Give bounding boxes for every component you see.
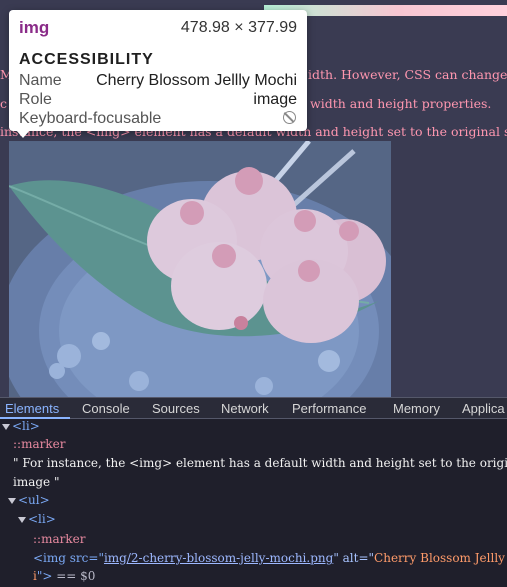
tab-sources[interactable]: Sources	[152, 401, 200, 416]
dom-img-node-wrap[interactable]: i"> == $0	[33, 569, 95, 583]
selected-node-reference: == $0	[52, 569, 96, 583]
marker-pseudo-2: ::marker	[33, 532, 86, 546]
devtools-tab-bar: Elements Console Sources Network Perform…	[0, 397, 507, 419]
tooltip-tag-name: img	[19, 18, 50, 37]
text-node-content: " For instance, the <img> element has a …	[13, 456, 507, 470]
li-open-tag: <li>	[12, 419, 40, 433]
inspector-tooltip: img 478.98 × 377.99 ACCESSIBILITY Name C…	[9, 10, 307, 131]
paragraph-fragment-1-right: idth. However, CSS can change th	[308, 67, 507, 82]
tooltip-arrow	[16, 130, 30, 138]
marker-pseudo: ::marker	[13, 437, 66, 451]
li-open-tag-2: <li>	[28, 512, 56, 526]
dom-text-node-line-1[interactable]: " For instance, the <img> element has a …	[13, 456, 507, 470]
tooltip-role-label: Role	[19, 91, 52, 108]
tab-network[interactable]: Network	[221, 401, 269, 416]
dom-marker-node[interactable]: ::marker	[13, 437, 65, 451]
tab-elements[interactable]: Elements	[5, 401, 59, 416]
dom-marker-node-2[interactable]: ::marker	[33, 532, 85, 546]
dom-li-node-2[interactable]: <li>	[18, 512, 56, 526]
expand-triangle-icon[interactable]	[18, 516, 26, 523]
not-allowed-icon	[283, 111, 296, 124]
img-tag-start: <img src="	[33, 551, 104, 565]
tab-memory[interactable]: Memory	[393, 401, 440, 416]
expand-triangle-icon[interactable]	[2, 423, 10, 430]
ul-open-tag: <ul>	[18, 493, 50, 507]
img-alt-attr: " alt="	[333, 551, 375, 565]
tooltip-keyboard-focusable-label: Keyboard-focusable	[19, 110, 162, 127]
paragraph-fragment-2-left: c	[0, 96, 8, 111]
paragraph-fragment-2-right: width and height properties.	[310, 96, 492, 111]
dom-tree-panel[interactable]: <li> ::marker " For instance, the <img> …	[0, 419, 507, 587]
img-tag-end: ">	[36, 569, 53, 583]
tooltip-role-value: image	[253, 91, 297, 108]
img-alt-value: Cherry Blossom Jellly Moch	[374, 551, 507, 565]
dom-img-node[interactable]: <img src="img/2-cherry-blossom-jelly-moc…	[33, 551, 507, 565]
img-src-link[interactable]: img/2-cherry-blossom-jelly-mochi.png	[104, 551, 333, 565]
tooltip-name-label: Name	[19, 72, 62, 89]
dom-text-node-line-2[interactable]: image "	[13, 475, 60, 489]
tab-application[interactable]: Applica	[462, 401, 505, 416]
dom-ul-node[interactable]: <ul>	[8, 493, 50, 507]
tooltip-dimensions: 478.98 × 377.99	[180, 19, 297, 36]
dom-li-node[interactable]: <li>	[2, 419, 40, 433]
expand-triangle-icon[interactable]	[8, 497, 16, 504]
cherry-blossom-mochi-image[interactable]	[9, 141, 391, 397]
tab-performance[interactable]: Performance	[292, 401, 366, 416]
tooltip-accessibility-heading: ACCESSIBILITY	[19, 51, 154, 68]
tooltip-name-value: Cherry Blossom Jellly Mochi	[96, 72, 297, 89]
text-node-content-2: image "	[13, 475, 60, 489]
tab-console[interactable]: Console	[82, 401, 130, 416]
